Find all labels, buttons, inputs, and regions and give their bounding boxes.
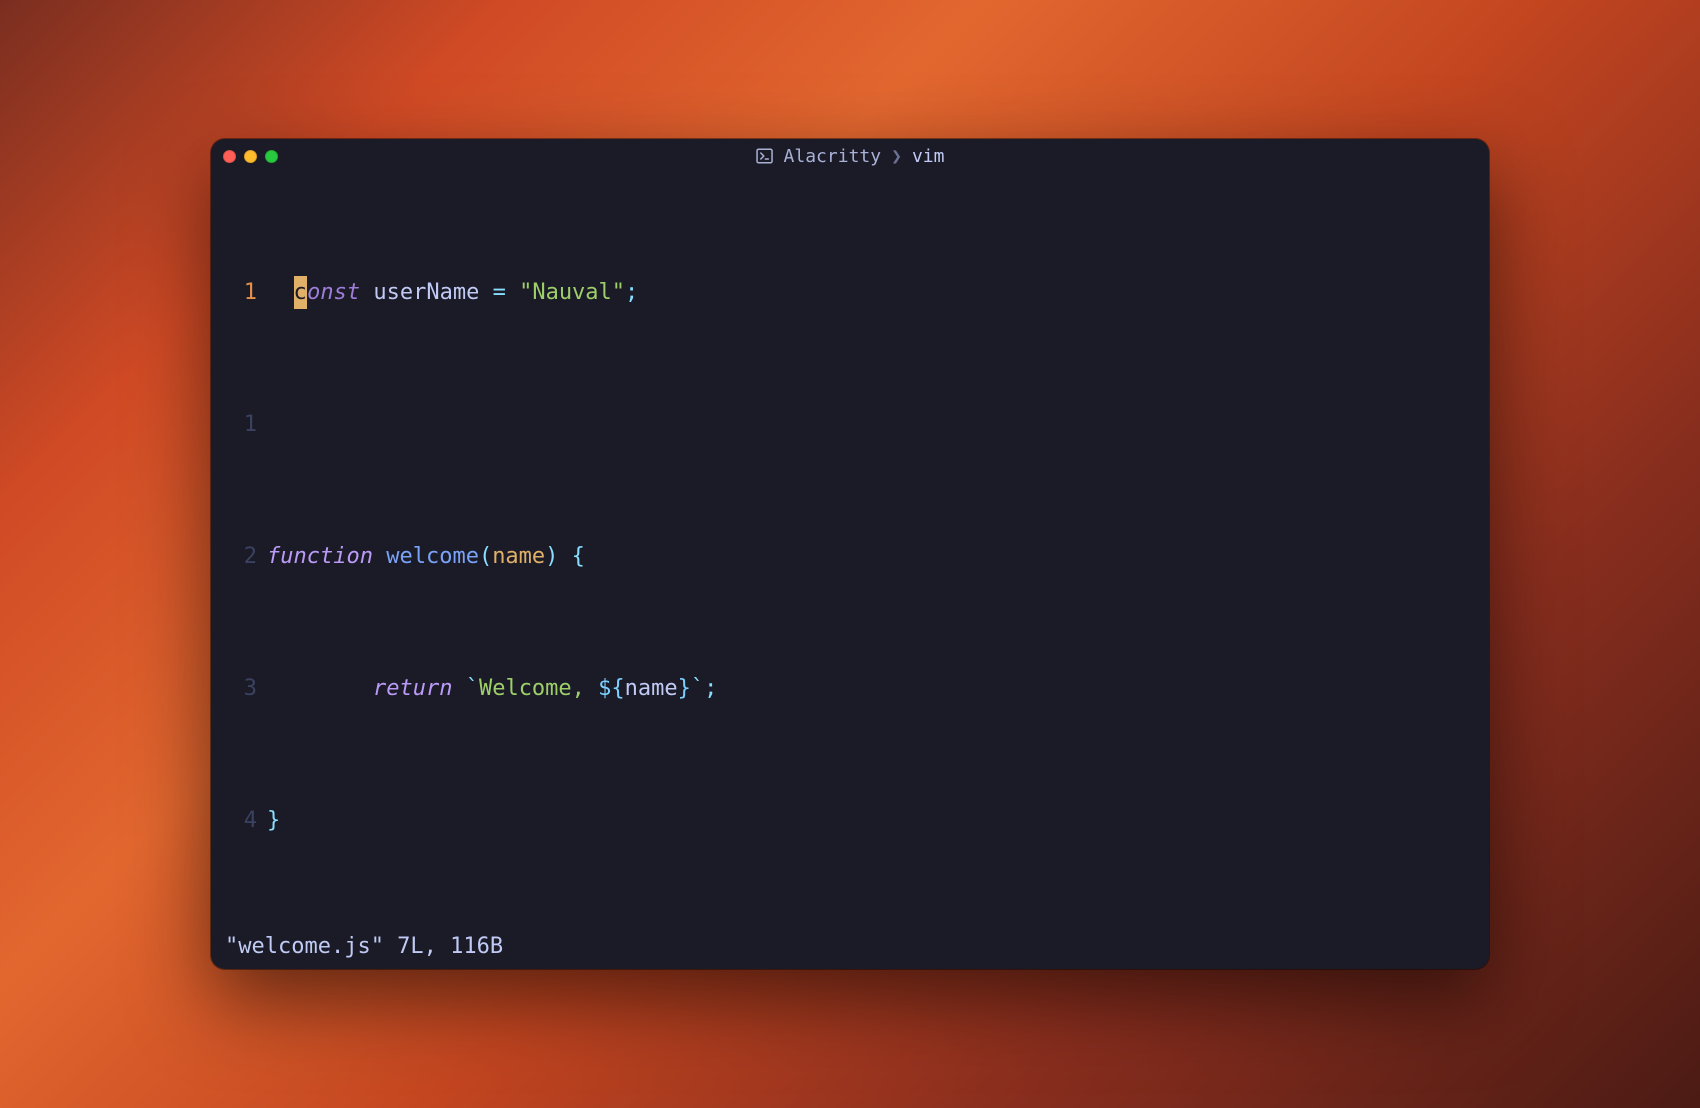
keyword-function: function — [267, 544, 373, 569]
code-content: const userName = "Nauval"; — [267, 276, 1475, 309]
interp-ident: name — [625, 676, 678, 701]
code-content: } — [267, 804, 1475, 837]
line-number: 2 — [225, 540, 267, 573]
editor-area[interactable]: 1 const userName = "Nauval"; 1 2 functio… — [211, 173, 1489, 930]
title-separator: ❯ — [891, 146, 902, 167]
terminal-window: Alacritty ❯ vim 1 const userName = "Nauv… — [211, 139, 1489, 969]
close-icon[interactable] — [223, 150, 236, 163]
title-app: Alacritty — [784, 146, 882, 167]
keyword-return: return — [373, 676, 452, 701]
line-number: 4 — [225, 804, 267, 837]
brace-open: { — [572, 544, 585, 569]
interp-close: } — [678, 676, 691, 701]
line-number: 1 — [225, 408, 267, 441]
template-open: ` — [466, 676, 479, 701]
identifier: userName — [373, 280, 479, 305]
line-number: 1 — [225, 276, 267, 309]
code-line: 1 — [225, 408, 1475, 441]
minimize-icon[interactable] — [244, 150, 257, 163]
code-line: 4 } — [225, 804, 1475, 837]
titlebar: Alacritty ❯ vim — [211, 139, 1489, 173]
code-content: function welcome(name) { — [267, 540, 1475, 573]
code-line: 2 function welcome(name) { — [225, 540, 1475, 573]
function-name: welcome — [386, 544, 479, 569]
traffic-lights — [223, 150, 278, 163]
semicolon: ; — [704, 676, 717, 701]
template-text: Welcome, — [479, 676, 598, 701]
terminal-icon — [756, 147, 774, 165]
paren-close: ) — [545, 544, 558, 569]
code-content: return `Welcome, ${name}`; — [267, 672, 1475, 705]
paren-open: ( — [479, 544, 492, 569]
line-number: 3 — [225, 672, 267, 705]
window-title: Alacritty ❯ vim — [756, 146, 945, 167]
status-line: "welcome.js" 7L, 116B — [211, 930, 1489, 969]
maximize-icon[interactable] — [265, 150, 278, 163]
interp-open: ${ — [598, 676, 625, 701]
code-content — [267, 408, 1475, 441]
code-line: 1 const userName = "Nauval"; — [225, 276, 1475, 309]
code-line: 3 return `Welcome, ${name}`; — [225, 672, 1475, 705]
template-close: ` — [691, 676, 704, 701]
operator-eq: = — [493, 280, 506, 305]
cursor: c — [294, 276, 308, 309]
keyword-const: onst — [307, 280, 360, 305]
string-literal: "Nauval" — [519, 280, 625, 305]
brace-close: } — [267, 808, 280, 833]
semicolon: ; — [625, 280, 638, 305]
parameter: name — [492, 544, 545, 569]
title-command: vim — [912, 146, 945, 167]
